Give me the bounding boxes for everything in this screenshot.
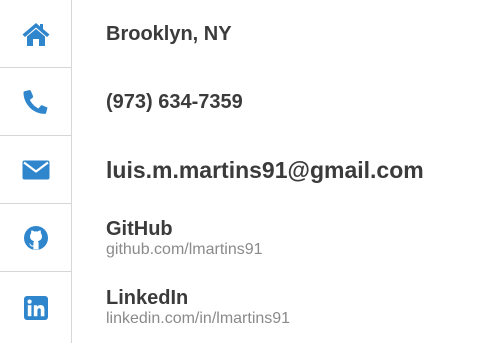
github-label: GitHub [106, 218, 173, 240]
address-text: Brooklyn, NY [106, 23, 232, 45]
envelope-icon [22, 160, 50, 180]
phone-row[interactable]: (973) 634-7359 [106, 68, 486, 136]
rail-cell-github [0, 204, 72, 272]
linkedin-row[interactable]: LinkedIn linkedin.com/in/lmartins91 [106, 272, 486, 340]
linkedin-label: LinkedIn [106, 287, 189, 309]
home-icon [21, 21, 51, 47]
rail-cell-phone [0, 68, 72, 136]
linkedin-icon [24, 295, 48, 320]
rail-cell-home [0, 0, 72, 68]
contact-list: Brooklyn, NY (973) 634-7359 luis.m.marti… [0, 0, 493, 343]
github-link[interactable]: github.com/lmartins91 [106, 240, 486, 259]
email-link[interactable]: luis.m.martins91@gmail.com [106, 159, 486, 182]
rail-cell-email [0, 136, 72, 204]
phone-text[interactable]: (973) 634-7359 [106, 91, 486, 113]
rail-cell-linkedin [0, 272, 72, 343]
phone-icon [23, 89, 49, 115]
icon-rail [0, 0, 72, 343]
linkedin-link[interactable]: linkedin.com/in/lmartins91 [106, 309, 486, 328]
email-row[interactable]: luis.m.martins91@gmail.com [106, 136, 486, 204]
address-row: Brooklyn, NY [106, 0, 486, 68]
github-icon [23, 225, 49, 251]
github-row[interactable]: GitHub github.com/lmartins91 [106, 204, 486, 272]
